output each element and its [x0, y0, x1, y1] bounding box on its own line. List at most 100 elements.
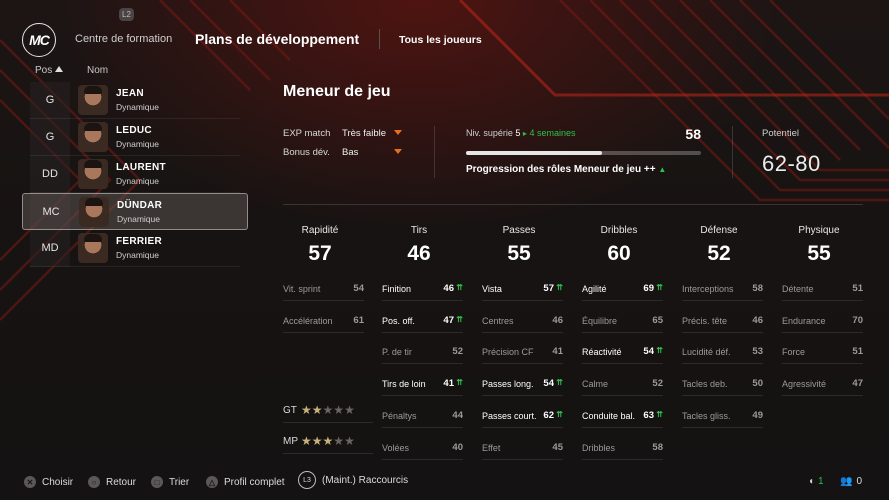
attribute-stat[interactable]: Finition 46 ⇈ [382, 279, 463, 301]
attribute-stat[interactable]: Force 51 [782, 342, 863, 365]
attribute-stat[interactable]: Pénaltys 44 [382, 406, 463, 428]
info-divider-left [434, 126, 435, 178]
l2-shoulder-button-icon[interactable]: L2 [119, 8, 134, 21]
stat-value: 50 [752, 378, 763, 390]
stat-boost-icon: ⇈ [656, 346, 663, 356]
attribute-stat[interactable]: Tacles gliss. 49 [682, 406, 763, 428]
notification-counter[interactable]: ◖ 1 [808, 476, 824, 487]
column-header-pos[interactable]: Pos [35, 65, 64, 76]
attribute-stat[interactable]: Précision CF 41 [482, 342, 563, 365]
stat-label: Effet [482, 442, 501, 453]
stat-value: 46 [552, 314, 563, 326]
role-progression-plus: ++ [643, 164, 656, 175]
megaphone-icon: ◖ [808, 476, 815, 487]
attribute-stat[interactable]: Tacles deb. 50 [682, 374, 763, 397]
footer-button[interactable]: ○ Retour [88, 476, 136, 488]
tab-plans-de-developpement[interactable]: Plans de développement [195, 31, 359, 47]
attribute-stat[interactable]: Calme 52 [582, 374, 663, 397]
tab-tous-les-joueurs[interactable]: Tous les joueurs [399, 34, 482, 46]
stat-boost-icon: ⇈ [556, 283, 563, 292]
exp-dropdown-caret-icon[interactable] [394, 130, 402, 135]
club-logo-text: MC [29, 32, 50, 48]
stat-boost-icon: ⇈ [456, 378, 463, 388]
stat-label: Lucidité déf. [682, 347, 731, 358]
l3-stick-icon: L3 [298, 471, 316, 489]
stat-value: 44 [452, 409, 463, 421]
attribute-stat[interactable]: Précis. tête 46 [682, 311, 763, 333]
attribute-stat[interactable]: Passes court. 62 ⇈ [482, 406, 563, 428]
footer-button[interactable]: △ Profil complet [206, 476, 285, 488]
notification-count: 1 [818, 476, 824, 487]
attribute-stat[interactable]: Tirs de loin 41 ⇈ [382, 374, 463, 397]
player-name: LAURENT [116, 162, 166, 173]
stat-label: Équilibre [582, 315, 618, 326]
potential-label: Potentiel [762, 128, 799, 139]
attribute-stat[interactable]: Agressivité 47 [782, 374, 863, 397]
stat-boost-icon: ⇈ [656, 409, 663, 419]
attribute-value: 60 [607, 242, 631, 265]
attribute-stat[interactable]: P. de tir 52 [382, 342, 463, 365]
next-level-label: Niv. supérie [466, 128, 513, 138]
player-row[interactable]: DD LAURENT Dynamique [30, 156, 240, 193]
footer-button-label: Choisir [42, 476, 74, 488]
player-row[interactable]: G JEAN Dynamique [30, 82, 240, 119]
stat-value: 49 [752, 409, 763, 421]
attribute-stat[interactable]: Équilibre 65 [582, 311, 663, 333]
star-icon: ★ [344, 403, 355, 417]
friends-counter[interactable]: 👥 0 [840, 476, 862, 487]
player-row[interactable]: MD FERRIER Dynamique [30, 230, 240, 267]
attribute-stat[interactable]: Effet 45 [482, 438, 563, 460]
attribute-stat[interactable]: Détente 51 [782, 279, 863, 301]
shortcuts-button[interactable]: L3 (Maint.) Raccourcis [298, 471, 408, 489]
attribute-stat[interactable]: Vit. sprint 54 [283, 279, 364, 301]
role-progression-label: Progression des rôles [466, 164, 572, 175]
attribute-stat[interactable]: Réactivité 54 ⇈ [582, 342, 663, 365]
player-type: Dynamique [116, 102, 159, 112]
users-icon: 👥 [840, 476, 853, 487]
footer-button[interactable]: ✕ Choisir [24, 476, 73, 488]
stat-value: 65 [652, 314, 663, 326]
tab-centre-de-formation[interactable]: Centre de formation [75, 33, 172, 45]
attribute-stat[interactable]: Pos. off. 47 ⇈ [382, 311, 463, 333]
bonus-dropdown-caret-icon[interactable] [394, 149, 402, 154]
attribute-stat[interactable]: Interceptions 58 [682, 279, 763, 301]
attribute-stat[interactable]: Lucidité déf. 53 [682, 342, 763, 365]
attribute-stat[interactable]: Agilité 69 ⇈ [582, 279, 663, 301]
player-row[interactable]: G LEDUC Dynamique [30, 119, 240, 156]
attribute-stat[interactable]: Conduite bal. 63 ⇈ [582, 406, 663, 428]
attribute-stat[interactable]: Endurance 70 [782, 311, 863, 333]
attribute-stat[interactable]: Centres 46 [482, 311, 563, 333]
stat-label: Précis. tête [682, 315, 728, 326]
stat-value: 47 [443, 314, 454, 326]
attribute-name: Défense [700, 225, 738, 236]
player-row[interactable]: MC DÜNDAR Dynamique [22, 193, 248, 230]
player-position: G [45, 94, 55, 106]
bonus-dev-value[interactable]: Bas [342, 147, 358, 158]
attribute-stat[interactable]: Accélération 61 [283, 311, 364, 333]
star-icon: ★ [344, 434, 355, 448]
stat-value: 58 [752, 283, 763, 294]
attribute-stat[interactable]: Vista 57 ⇈ [482, 279, 563, 301]
attribute-stat[interactable]: Passes long. 54 ⇈ [482, 374, 563, 397]
star-icon: ★ [322, 403, 334, 417]
exp-match-value[interactable]: Très faible [342, 128, 386, 139]
stat-label: P. de tir [382, 347, 412, 358]
stat-value: 47 [852, 378, 863, 390]
role-title: Meneur de jeu [283, 83, 391, 100]
star-icon: ★ [301, 434, 312, 448]
stat-value: 46 [752, 314, 763, 326]
level-progress-bar [466, 151, 701, 155]
star-icon: ★ [311, 434, 323, 448]
player-name: DÜNDAR [117, 200, 163, 211]
stat-label: Réactivité [582, 347, 622, 358]
attribute-stat[interactable]: Volées 40 [382, 438, 463, 460]
footer-button[interactable]: □ Trier [151, 476, 189, 488]
star-rating: ★★★★★ [301, 403, 355, 417]
stat-value: 45 [552, 441, 563, 453]
column-header-name[interactable]: Nom [87, 65, 108, 76]
player-position: MC [42, 206, 60, 218]
player-type: Dynamique [116, 176, 159, 186]
stat-value: 70 [852, 314, 863, 326]
attribute-stat[interactable]: Dribbles 58 [582, 438, 663, 460]
stat-label: Volées [382, 442, 410, 453]
